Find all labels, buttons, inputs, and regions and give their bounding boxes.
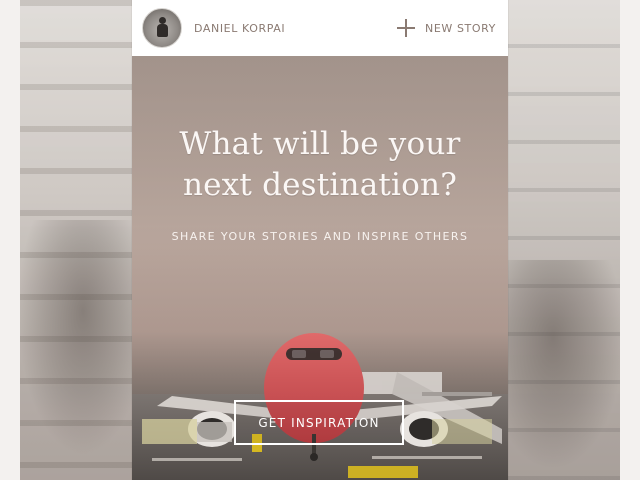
new-story-label: NEW STORY [425, 21, 496, 35]
background-edge-right [620, 0, 640, 480]
background-edge-left [0, 0, 20, 480]
user-name[interactable]: DANIEL KORPAI [194, 22, 285, 35]
top-bar: DANIEL KORPAI NEW STORY [132, 0, 508, 56]
avatar[interactable] [142, 8, 182, 48]
avatar-person-body [157, 24, 168, 37]
background-person-right [490, 260, 630, 480]
hero-title: What will be your next destination? [179, 126, 461, 203]
hero-section: What will be your next destination? SHAR… [132, 56, 508, 480]
avatar-person-head [159, 17, 166, 24]
app-card: DANIEL KORPAI NEW STORY What will be you… [132, 0, 508, 480]
plus-icon [397, 19, 416, 37]
get-inspiration-button[interactable]: GET INSPIRATION [234, 400, 404, 445]
new-story-button[interactable]: NEW STORY [397, 19, 496, 37]
hero-subtitle: SHARE YOUR STORIES AND INSPIRE OTHERS [171, 230, 469, 243]
